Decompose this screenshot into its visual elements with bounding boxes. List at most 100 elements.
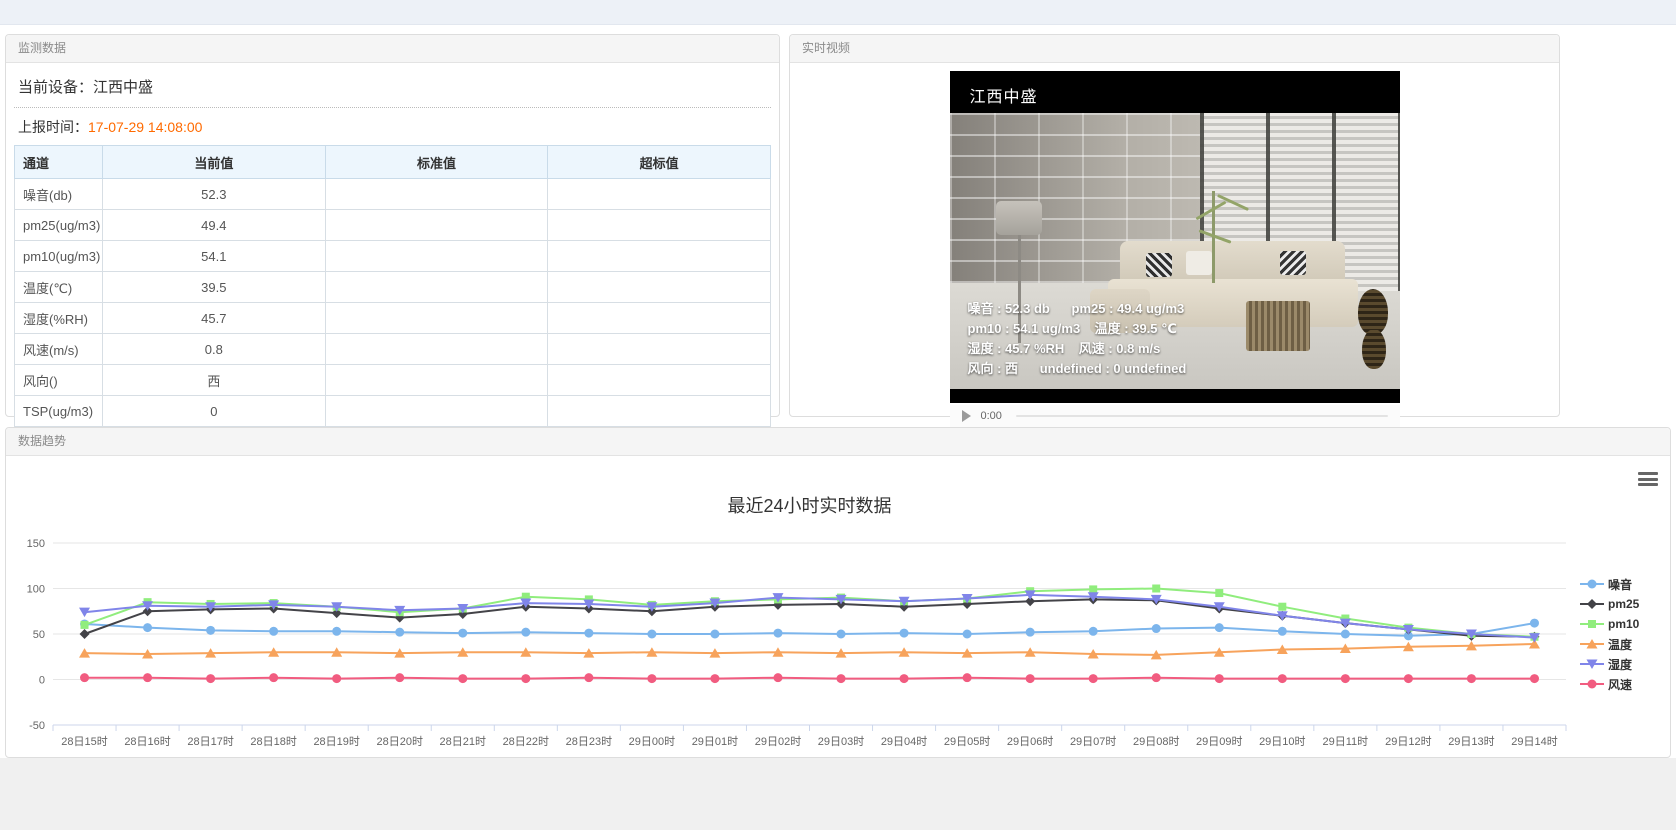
y-axis-label: 0 — [39, 675, 45, 687]
legend-marker — [1580, 578, 1604, 590]
chart-series-噪音 — [80, 619, 1539, 641]
chart-title: 最近24小时实时数据 — [53, 492, 1566, 518]
chart-menu-button[interactable] — [1636, 470, 1660, 488]
coffee-table — [1246, 301, 1310, 351]
exceed-value-cell — [548, 365, 771, 396]
video-progress-bar[interactable] — [1016, 415, 1388, 417]
play-button[interactable] — [962, 410, 971, 422]
sensor-overlay-line: 噪音 : 52.3 db pm25 : 49.4 ug/m3 — [968, 299, 1187, 319]
current-device-label: 当前设备：江西中盛 — [14, 67, 771, 108]
standard-value-cell — [325, 179, 548, 210]
legend-item-风速[interactable]: 风速 — [1580, 674, 1664, 694]
x-axis-label: 29日08时 — [1133, 735, 1179, 748]
standard-value-cell — [325, 210, 548, 241]
x-axis-label: 29日14时 — [1511, 735, 1557, 748]
report-time-line: 上报时间：17-07-29 14:08:00 — [14, 108, 771, 145]
exceed-value-cell — [548, 334, 771, 365]
video-body: 江西中盛 噪音 : 52.3 db pm — [790, 63, 1559, 427]
pillow — [1186, 251, 1212, 275]
legend-item-温度[interactable]: 温度 — [1580, 634, 1664, 654]
x-axis-label: 29日09时 — [1196, 735, 1242, 748]
current-value-cell: 39.5 — [103, 272, 326, 303]
legend-item-pm25[interactable]: pm25 — [1580, 594, 1664, 614]
x-axis-label: 29日03时 — [818, 735, 864, 748]
legend-marker — [1580, 598, 1604, 610]
current-value-cell: 45.7 — [103, 303, 326, 334]
video-letterbox — [950, 389, 1400, 403]
table-row: 风向()西 — [15, 365, 771, 396]
x-axis-label: 29日12时 — [1385, 735, 1431, 748]
pillow — [1280, 251, 1306, 275]
legend-item-噪音[interactable]: 噪音 — [1580, 574, 1664, 594]
legend-item-湿度[interactable]: 湿度 — [1580, 654, 1664, 674]
x-axis-label: 29日13时 — [1448, 735, 1494, 748]
panel-title: 实时视频 — [790, 35, 1559, 63]
y-axis-label: 150 — [27, 538, 45, 550]
chart-legend: 噪音pm25pm10温度湿度风速 — [1580, 574, 1664, 694]
standard-value-cell — [325, 241, 548, 272]
x-axis-label: 28日22时 — [503, 735, 549, 748]
exceed-value-cell — [548, 272, 771, 303]
x-axis-label: 29日04时 — [881, 735, 927, 748]
channel-cell: 风向() — [15, 365, 103, 396]
trend-chart: -5005010015028日15时28日16时28日17时28日18时28日1… — [6, 456, 1670, 758]
video-time: 0:00 — [981, 410, 1002, 422]
channel-cell: 噪音(db) — [15, 179, 103, 210]
channel-cell: pm10(ug/m3) — [15, 241, 103, 272]
x-axis-label: 29日06时 — [1007, 735, 1053, 748]
x-axis-label: 29日07时 — [1070, 735, 1116, 748]
legend-label: 噪音 — [1608, 576, 1632, 593]
column-header: 标准值 — [325, 146, 548, 179]
y-axis-label: 100 — [27, 584, 45, 596]
exceed-value-cell — [548, 303, 771, 334]
legend-marker — [1580, 618, 1604, 630]
video-title: 江西中盛 — [970, 83, 1038, 107]
current-value-cell: 54.1 — [103, 241, 326, 272]
x-axis-label: 28日16时 — [124, 735, 170, 748]
channel-cell: 湿度(%RH) — [15, 303, 103, 334]
y-axis-label: -50 — [29, 720, 45, 732]
legend-marker — [1580, 658, 1604, 670]
channel-cell: TSP(ug/m3) — [15, 396, 103, 427]
column-header: 超标值 — [548, 146, 771, 179]
chart-series-湿度 — [79, 590, 1540, 642]
channels-table: 通道当前值标准值超标值 噪音(db)52.3pm25(ug/m3)49.4pm1… — [14, 145, 771, 427]
current-value-cell: 西 — [103, 365, 326, 396]
x-axis-label: 29日00时 — [629, 735, 675, 748]
exceed-value-cell — [548, 210, 771, 241]
sensor-overlay-line: 风向 : 西 undefined : 0 undefined — [968, 359, 1187, 379]
panel-title: 监测数据 — [6, 35, 779, 63]
standard-value-cell — [325, 365, 548, 396]
report-time-value: 17-07-29 14:08:00 — [88, 119, 202, 135]
video-snapshot: 噪音 : 52.3 db pm25 : 49.4 ug/m3pm10 : 54.… — [950, 113, 1400, 389]
page-background-strip — [0, 758, 1676, 830]
column-header: 当前值 — [103, 146, 326, 179]
x-axis-label: 28日21时 — [440, 735, 486, 748]
top-bar — [0, 0, 1676, 25]
standard-value-cell — [325, 334, 548, 365]
video-player[interactable]: 江西中盛 噪音 : 52.3 db pm — [950, 71, 1400, 403]
chart-series-风速 — [80, 673, 1539, 683]
standard-value-cell — [325, 396, 548, 427]
sensor-overlay-line: 湿度 : 45.7 %RH 风速 : 0.8 m/s — [968, 339, 1187, 359]
chart-series-温度 — [79, 639, 1540, 659]
monitor-data-panel: 监测数据 当前设备：江西中盛 上报时间：17-07-29 14:08:00 通道… — [5, 34, 780, 417]
table-row: pm10(ug/m3)54.1 — [15, 241, 771, 272]
current-value-cell: 0 — [103, 396, 326, 427]
legend-marker — [1580, 638, 1604, 650]
x-axis-label: 28日18时 — [250, 735, 296, 748]
exceed-value-cell — [548, 179, 771, 210]
x-axis-label: 29日10时 — [1259, 735, 1305, 748]
video-titlebar: 江西中盛 — [950, 71, 1400, 113]
current-value-cell: 52.3 — [103, 179, 326, 210]
x-axis-label: 28日23时 — [566, 735, 612, 748]
table-row: 湿度(%RH)45.7 — [15, 303, 771, 334]
current-value-cell: 49.4 — [103, 210, 326, 241]
column-header: 通道 — [15, 146, 103, 179]
legend-marker — [1580, 678, 1604, 690]
exceed-value-cell — [548, 396, 771, 427]
table-row: pm25(ug/m3)49.4 — [15, 210, 771, 241]
legend-item-pm10[interactable]: pm10 — [1580, 614, 1664, 634]
sensor-overlay-line: pm10 : 54.1 ug/m3 温度 : 39.5 ℃ — [968, 319, 1187, 339]
table-row: TSP(ug/m3)0 — [15, 396, 771, 427]
